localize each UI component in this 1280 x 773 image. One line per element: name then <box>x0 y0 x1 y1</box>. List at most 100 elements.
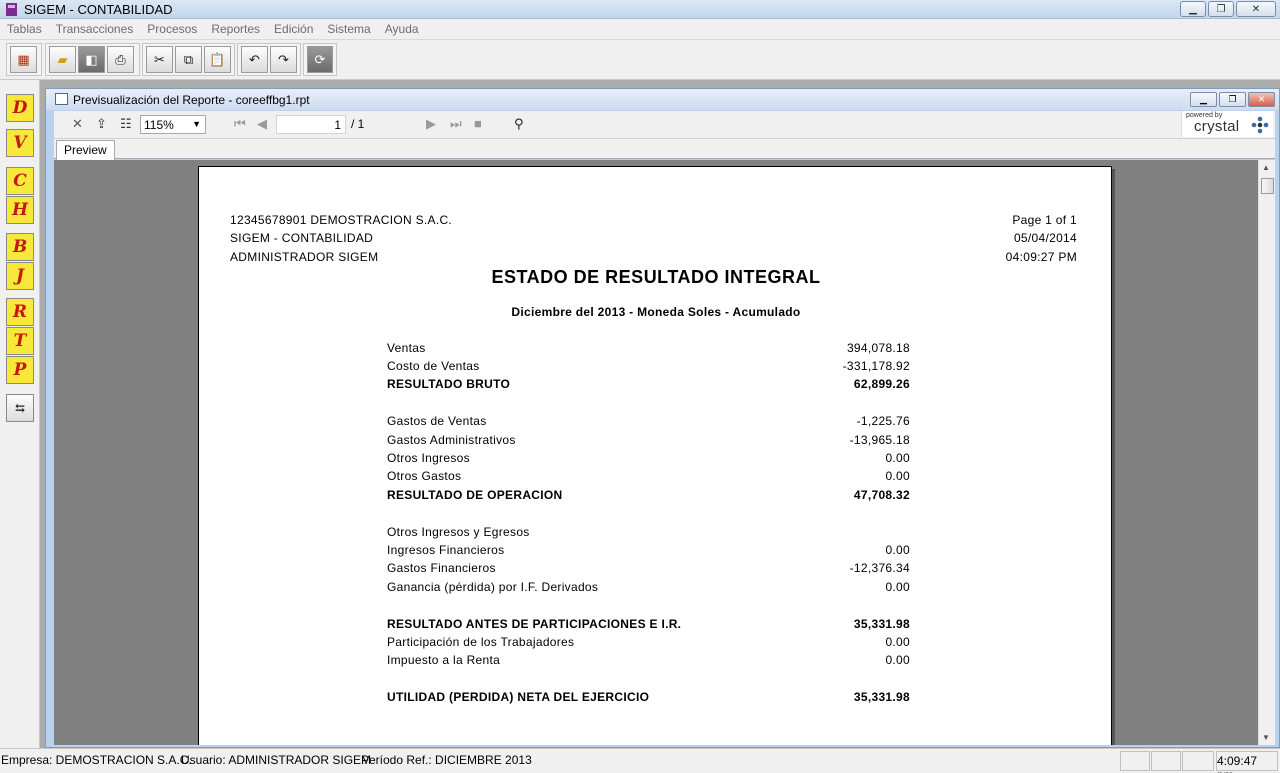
page-number-input[interactable]: 1 <box>276 115 346 134</box>
status-clock: 4:09:47 pm <box>1217 754 1258 773</box>
redo-button[interactable]: ↷ <box>270 46 297 73</box>
report-row-label: Ingresos Financieros <box>387 543 505 557</box>
close-button[interactable]: ✕ <box>1236 1 1276 17</box>
report-row-label: Impuesto a la Renta <box>387 653 501 667</box>
copy-button[interactable]: ⧉ <box>175 46 202 73</box>
export-button[interactable]: ⇪ <box>96 116 107 132</box>
report-row-label: Gastos Administrativos <box>387 433 516 447</box>
shortcut-h-button[interactable]: H <box>6 196 34 224</box>
report-row-value: 394,078.18 <box>846 341 910 355</box>
open-button[interactable]: ▰ <box>49 46 76 73</box>
minimize-icon: ▁ <box>1200 94 1207 104</box>
printer-icon: ⎙ <box>115 51 126 67</box>
shortcut-r-button[interactable]: R <box>6 298 34 326</box>
restore-button[interactable]: ❐ <box>1208 1 1234 17</box>
prev-page-button[interactable]: ◀ <box>257 116 267 132</box>
refresh-button[interactable]: ⟳ <box>307 46 333 73</box>
report-row-value: -1,225.76 <box>856 414 910 428</box>
calculator-icon: ▦ <box>17 51 30 67</box>
crystal-logo: powered by crystal <box>1181 111 1273 137</box>
child-close-button[interactable]: ✕ <box>1248 92 1275 107</box>
undo-button[interactable]: ↶ <box>241 46 268 73</box>
cut-button[interactable]: ✂ <box>146 46 173 73</box>
report-row-label: Gastos de Ventas <box>387 414 487 428</box>
print-button[interactable]: ⎙ <box>107 46 134 73</box>
status-clock-panel: 4:09:47 pm <box>1216 751 1278 773</box>
tab-preview[interactable]: Preview <box>56 140 115 160</box>
shortcut-v-button[interactable]: V <box>6 129 34 157</box>
group-tree-button[interactable]: ☷ <box>120 116 132 132</box>
menu-transacciones[interactable]: Transacciones <box>56 22 134 36</box>
crystal-toolbar: ✕ ⇪ ☷ 115% ▼ ⏮ ◀ 1 / 1 ▶ ⏭ ■ ⚲ powered b… <box>54 111 1275 139</box>
report-page-info: Page 1 of 1 <box>1012 213 1077 227</box>
left-shortcut-bar: D V C H B J R T P ⇆ <box>0 80 40 748</box>
close-icon: ✕ <box>1251 3 1261 15</box>
report-system: SIGEM - CONTABILIDAD <box>230 231 374 245</box>
close-icon: ✕ <box>72 116 83 131</box>
shortcut-p-button[interactable]: P <box>6 356 34 384</box>
zoom-select[interactable]: 115% ▼ <box>140 115 206 134</box>
report-row-label: Ganancia (pérdida) por I.F. Derivados <box>387 580 599 594</box>
report-row-value: 47,708.32 <box>853 488 910 502</box>
report-date: 05/04/2014 <box>1013 231 1077 245</box>
report-user: ADMINISTRADOR SIGEM <box>230 250 379 264</box>
report-row-label: Gastos Financieros <box>387 561 496 575</box>
status-periodo: Período Ref.: DICIEMBRE 2013 <box>361 753 532 767</box>
paste-button[interactable]: 📋 <box>204 46 231 73</box>
title-bar: SIGEM - CONTABILIDAD ▁ ❐ ✕ <box>0 0 1280 19</box>
child-restore-button[interactable]: ❐ <box>1219 92 1246 107</box>
child-minimize-button[interactable]: ▁ <box>1190 92 1217 107</box>
binoculars-icon: ⚲ <box>514 116 524 131</box>
report-canvas: 12345678901 DEMOSTRACION S.A.C. SIGEM - … <box>54 160 1258 745</box>
report-title: ESTADO DE RESULTADO INTEGRAL <box>491 267 821 287</box>
shortcut-b-button[interactable]: B <box>6 233 34 261</box>
report-row-value: 0.00 <box>885 653 910 667</box>
menu-ayuda[interactable]: Ayuda <box>385 22 419 36</box>
menu-tablas[interactable]: Tablas <box>7 22 42 36</box>
report-row-value: 35,331.98 <box>853 690 910 704</box>
report-row-label: Participación de los Trabajadores <box>387 635 575 649</box>
report-row-value: 0.00 <box>885 635 910 649</box>
vertical-scrollbar[interactable]: ▲ ▼ <box>1258 160 1275 745</box>
first-page-button[interactable]: ⏮ <box>234 116 246 132</box>
paste-icon: 📋 <box>209 51 226 67</box>
report-page: 12345678901 DEMOSTRACION S.A.C. SIGEM - … <box>198 166 1112 745</box>
last-page-button[interactable]: ⏭ <box>450 116 462 132</box>
menu-procesos[interactable]: Procesos <box>147 22 197 36</box>
report-icon <box>55 93 68 105</box>
shortcut-exit-button[interactable]: ⇆ <box>6 394 34 422</box>
shortcut-j-button[interactable]: J <box>6 262 34 290</box>
tree-icon: ☷ <box>120 116 132 131</box>
shortcut-d-button[interactable]: D <box>6 94 34 122</box>
scroll-down-icon[interactable]: ▼ <box>1262 733 1270 742</box>
report-company: 12345678901 DEMOSTRACION S.A.C. <box>230 213 453 227</box>
minimize-icon: ▁ <box>1189 3 1197 15</box>
stop-button[interactable]: ■ <box>474 116 482 131</box>
preview-button[interactable]: ◧ <box>78 46 105 73</box>
report-row-value: 0.00 <box>885 451 910 465</box>
scroll-up-icon[interactable]: ▲ <box>1262 163 1270 172</box>
window-title: SIGEM - CONTABILIDAD <box>24 2 173 17</box>
close-view-button[interactable]: ✕ <box>72 116 83 132</box>
next-page-button[interactable]: ▶ <box>426 116 436 132</box>
status-panel <box>1151 751 1181 771</box>
search-button[interactable]: ⚲ <box>514 116 524 132</box>
menu-sistema[interactable]: Sistema <box>327 22 370 36</box>
restore-icon: ❐ <box>1216 3 1226 15</box>
calculator-button[interactable]: ▦ <box>10 46 37 73</box>
next-page-icon: ▶ <box>426 116 436 131</box>
minimize-button[interactable]: ▁ <box>1180 1 1206 17</box>
shortcut-t-button[interactable]: T <box>6 327 34 355</box>
report-row-label: Otros Gastos <box>387 469 462 483</box>
zoom-value: 115% <box>144 118 174 132</box>
copy-icon: ⧉ <box>183 51 194 67</box>
report-row-value: 0.00 <box>885 580 910 594</box>
scroll-thumb[interactable] <box>1261 178 1274 194</box>
report-row-value: 35,331.98 <box>853 617 910 631</box>
shortcut-c-button[interactable]: C <box>6 167 34 195</box>
report-row-value: -13,965.18 <box>849 433 910 447</box>
menu-edicion[interactable]: Edición <box>274 22 313 36</box>
report-row-value: 0.00 <box>885 543 910 557</box>
redo-icon: ↷ <box>278 51 289 67</box>
menu-reportes[interactable]: Reportes <box>211 22 260 36</box>
